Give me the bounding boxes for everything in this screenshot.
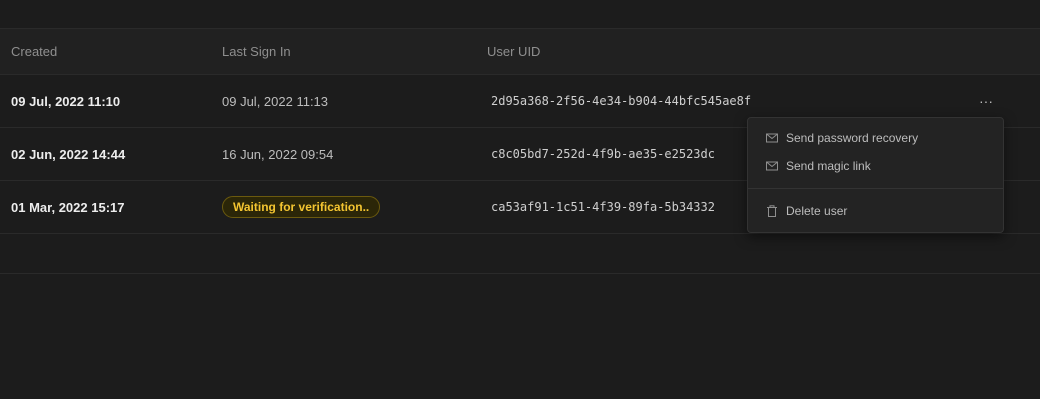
column-header-user-uid[interactable]: User UID	[487, 29, 540, 74]
user-actions-menu: Send password recovery Send magic link D…	[747, 117, 1004, 233]
menu-item-send-password-recovery[interactable]: Send password recovery	[748, 124, 1003, 152]
column-header-created[interactable]: Created	[11, 29, 57, 74]
menu-item-label: Send magic link	[786, 159, 871, 173]
user-uid: c8c05bd7-252d-4f9b-ae35-e2523dc	[491, 147, 715, 161]
ellipsis-icon[interactable]: ···	[975, 93, 997, 109]
column-header-last-sign-in[interactable]: Last Sign In	[222, 29, 291, 74]
top-bar	[0, 0, 1040, 29]
last-sign-in-date: 16 Jun, 2022 09:54	[222, 146, 334, 162]
menu-divider	[748, 188, 1003, 189]
menu-item-label: Send password recovery	[786, 131, 919, 145]
menu-item-delete-user[interactable]: Delete user	[748, 197, 1003, 225]
mail-icon	[766, 133, 778, 143]
menu-item-label: Delete user	[786, 204, 848, 218]
trash-icon	[767, 205, 777, 217]
status-cell: Waiting for verification..	[222, 181, 381, 233]
created-date: 02 Jun, 2022 14:44	[11, 146, 126, 162]
created-date: 09 Jul, 2022 11:10	[11, 93, 121, 109]
status-badge: Waiting for verification..	[222, 196, 381, 218]
menu-item-send-magic-link[interactable]: Send magic link	[748, 152, 1003, 180]
created-date: 01 Mar, 2022 15:17	[11, 199, 125, 215]
mail-icon	[766, 161, 778, 171]
table-header: Created Last Sign In User UID	[0, 29, 1040, 75]
user-uid: 2d95a368-2f56-4e34-b904-44bfc545ae8f	[491, 94, 752, 108]
user-uid: ca53af91-1c51-4f39-89fa-5b34332	[491, 200, 715, 214]
divider	[0, 273, 1040, 274]
last-sign-in-date: 09 Jul, 2022 11:13	[222, 93, 329, 109]
